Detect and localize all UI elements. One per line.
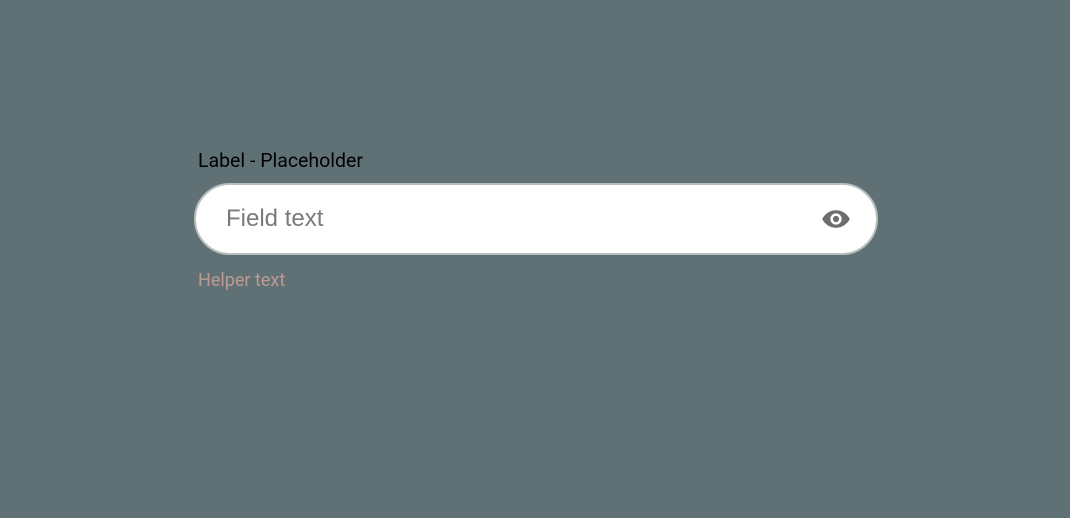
field-label: Label - Placeholder xyxy=(198,148,878,173)
field-helper: Helper text xyxy=(198,269,878,292)
text-field-group: Label - Placeholder Helper text xyxy=(194,148,878,293)
text-field[interactable] xyxy=(194,183,878,255)
eye-icon[interactable] xyxy=(820,203,852,235)
text-input[interactable] xyxy=(226,185,806,253)
